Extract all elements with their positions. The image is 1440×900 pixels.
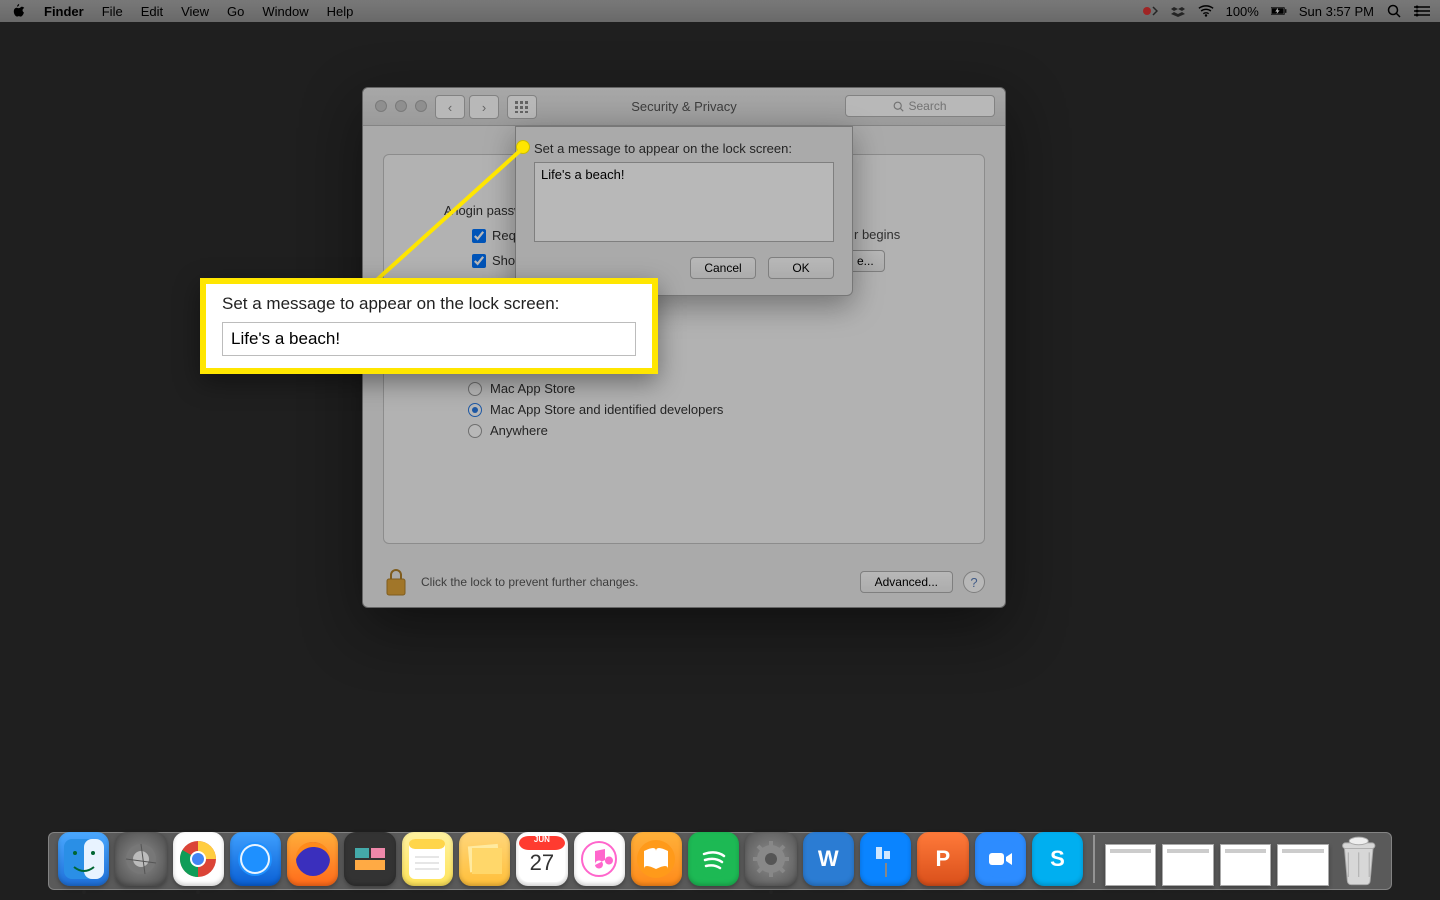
dock-app-launchpad[interactable] [115,832,166,886]
toolbar-search-field[interactable]: Search [845,95,995,117]
window-titlebar[interactable]: ‹ › Security & Privacy Search [363,88,1005,126]
dock-app-powerpoint[interactable]: P [917,832,968,886]
calendar-day: 27 [530,850,554,876]
menubar-clock[interactable]: Sun 3:57 PM [1299,4,1374,19]
sheet-label: Set a message to appear on the lock scre… [534,141,834,156]
lock-message-sheet: Set a message to appear on the lock scre… [515,126,853,296]
dock-app-ibooks[interactable] [631,832,682,886]
ok-button[interactable]: OK [768,257,834,279]
notification-center-icon[interactable] [1414,4,1430,18]
callout-anchor-dot [516,140,530,154]
lock-hint-text: Click the lock to prevent further change… [421,575,638,589]
status-dropbox-icon[interactable] [1170,4,1186,18]
dock-app-finder[interactable] [58,832,109,886]
require-password-checkbox-input[interactable] [472,229,486,243]
radio-identified-developers-label: Mac App Store and identified developers [490,402,723,417]
help-button[interactable]: ? [963,571,985,593]
battery-icon[interactable] [1271,4,1287,18]
dock-minimized-window-3[interactable] [1220,844,1271,886]
spotlight-icon[interactable] [1386,4,1402,18]
status-sync-icon[interactable] [1142,4,1158,18]
dock-app-system-preferences[interactable] [745,832,796,886]
dock-app-itunes[interactable] [574,832,625,886]
dock-app-chrome[interactable] [173,832,224,886]
toolbar-search-placeholder: Search [908,99,946,113]
dock-minimized-window-4[interactable] [1277,844,1328,886]
right-text-fragment: r begins [854,227,900,242]
radio-icon [468,382,482,396]
cancel-button[interactable]: Cancel [690,257,756,279]
dock-app-keynote[interactable] [860,832,911,886]
menubar: Finder File Edit View Go Window Help 100… [0,0,1440,22]
radio-icon [468,424,482,438]
dock-app-notes[interactable] [402,832,453,886]
dock-app-zoom[interactable] [975,832,1026,886]
show-message-checkbox-input[interactable] [472,254,486,268]
dock: JUN 27 W P S [48,812,1392,890]
zoom-callout: Set a message to appear on the lock scre… [200,278,658,374]
lock-icon[interactable] [383,567,409,597]
radio-anywhere-label: Anywhere [490,423,548,438]
menubar-item-help[interactable]: Help [327,4,354,19]
lock-message-textarea[interactable] [534,162,834,242]
battery-percentage[interactable]: 100% [1226,4,1259,19]
menubar-item-window[interactable]: Window [262,4,308,19]
radio-identified-developers[interactable]: Mac App Store and identified developers [468,402,952,417]
radio-icon [468,403,482,417]
dock-app-skype[interactable]: S [1032,832,1083,886]
menubar-item-edit[interactable]: Edit [141,4,163,19]
calendar-month: JUN [534,835,550,844]
apple-menu-icon[interactable] [10,4,26,18]
advanced-button[interactable]: Advanced... [860,571,953,593]
menubar-item-go[interactable]: Go [227,4,244,19]
dock-separator [1093,835,1095,883]
radio-anywhere[interactable]: Anywhere [468,423,952,438]
dock-app-word[interactable]: W [803,832,854,886]
dock-app-stickies[interactable] [459,832,510,886]
radio-mac-app-store[interactable]: Mac App Store [468,381,952,396]
zoom-callout-input [222,322,636,356]
menubar-item-view[interactable]: View [181,4,209,19]
radio-mac-app-store-label: Mac App Store [490,381,575,396]
dock-app-calendar[interactable]: JUN 27 [516,832,567,886]
zoom-callout-label: Set a message to appear on the lock scre… [222,294,636,314]
dock-app-safari[interactable] [230,832,281,886]
menubar-item-file[interactable]: File [102,4,123,19]
dock-minimized-window-1[interactable] [1105,844,1156,886]
dock-trash[interactable] [1335,832,1382,886]
dock-app-spotify[interactable] [688,832,739,886]
dock-app-firefox[interactable] [287,832,338,886]
search-icon [893,101,904,112]
dock-app-screenshot[interactable] [344,832,395,886]
dock-minimized-window-2[interactable] [1162,844,1213,886]
wifi-icon[interactable] [1198,4,1214,18]
menubar-app-name[interactable]: Finder [44,4,84,19]
